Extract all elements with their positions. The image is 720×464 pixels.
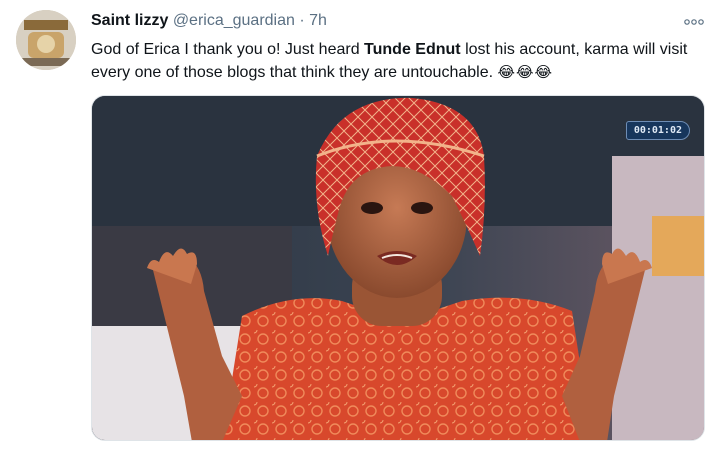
woman-photo-icon — [92, 96, 704, 440]
author-avatar[interactable] — [16, 10, 76, 70]
author-handle[interactable]: @erica_guardian — [173, 12, 295, 29]
more-options-icon[interactable] — [684, 14, 704, 28]
author-name[interactable]: Saint lizzy — [91, 12, 168, 29]
tweet-text-part1: God of Erica I thank you o! Just heard — [91, 41, 365, 58]
tweet-text: God of Erica I thank you o! Just heard T… — [91, 38, 703, 84]
tweet-card[interactable]: Saint lizzy @erica_guardian · 7h God of … — [0, 0, 720, 464]
tweet-timestamp[interactable]: 7h — [309, 12, 327, 29]
laughing-emoji-icon: 😂😂😂 — [497, 64, 554, 81]
mention-tunde-ednut: Tunde Ednut — [364, 41, 461, 58]
avatar-image-icon — [16, 10, 76, 70]
video-timer-badge: 00:01:02 — [625, 121, 690, 140]
tweet-header: Saint lizzy @erica_guardian · 7h — [91, 10, 327, 32]
tweet-media-image[interactable]: 00:01:02 — [91, 95, 705, 441]
separator-dot: · — [299, 12, 305, 29]
